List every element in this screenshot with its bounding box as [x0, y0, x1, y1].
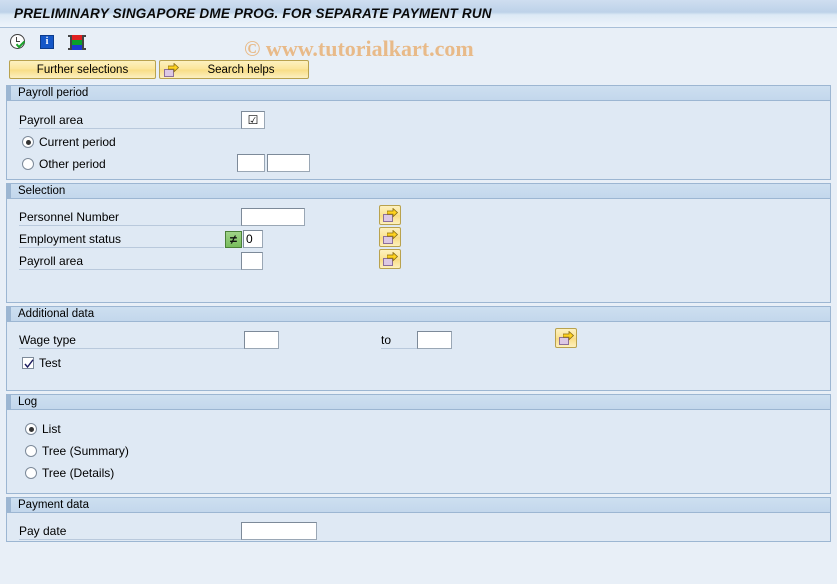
payroll-area-selection-row: Payroll area: [19, 250, 263, 272]
multiple-selection-icon: [383, 208, 398, 222]
search-help-arrow-folder-icon: [164, 63, 179, 77]
log-option-tree-details-label: Tree (Details): [42, 466, 115, 480]
payroll-area-field[interactable]: ☑: [241, 111, 265, 129]
selection-header: Selection: [7, 184, 830, 199]
log-option-list-row[interactable]: List: [25, 418, 61, 440]
payroll-period-body: Payroll area ☑ Current period Other peri…: [7, 101, 830, 179]
application-toolbar: i: [0, 28, 837, 58]
current-period-radio[interactable]: [22, 136, 34, 148]
employment-status-multiple-selection-button[interactable]: [379, 227, 401, 247]
search-helps-label: Search helps: [207, 63, 275, 76]
window-title-bar: PRELIMINARY SINGAPORE DME PROG. FOR SEPA…: [0, 0, 837, 28]
payroll-period-header: Payroll period: [7, 86, 830, 101]
page-title: PRELIMINARY SINGAPORE DME PROG. FOR SEPA…: [14, 6, 492, 21]
wage-type-multiple-selection-button[interactable]: [555, 328, 577, 348]
variant-icon[interactable]: [67, 33, 87, 53]
log-option-tree-summary-row[interactable]: Tree (Summary): [25, 440, 129, 462]
log-option-tree-details-row[interactable]: Tree (Details): [25, 462, 114, 484]
wage-type-to-field[interactable]: [417, 331, 452, 349]
log-option-list-radio[interactable]: [25, 423, 37, 435]
test-checkbox-row[interactable]: Test: [22, 352, 61, 374]
personnel-number-label: Personnel Number: [19, 209, 241, 226]
multiple-selection-icon: [559, 331, 574, 345]
additional-data-body: Wage type to Test: [7, 322, 830, 390]
employment-status-operator-button[interactable]: ≠: [225, 230, 242, 248]
search-helps-button[interactable]: Search helps: [159, 60, 309, 79]
multiple-selection-icon: [383, 230, 398, 244]
log-option-list-label: List: [42, 422, 61, 436]
other-period-field-1[interactable]: [237, 154, 265, 172]
log-title: Log: [18, 395, 38, 408]
payroll-area-selection-field[interactable]: [241, 252, 263, 270]
personnel-number-multiple-selection-button[interactable]: [379, 205, 401, 225]
to-label: to: [381, 332, 417, 349]
pay-date-field[interactable]: [241, 522, 317, 540]
additional-data-panel: Additional data Wage type to Test: [6, 306, 831, 391]
test-checkbox[interactable]: [22, 357, 34, 369]
test-label: Test: [39, 356, 62, 370]
selection-panel: Selection Personnel Number Employment st…: [6, 183, 831, 303]
wage-type-row: Wage type: [19, 329, 279, 351]
employment-status-field[interactable]: [243, 230, 263, 248]
further-selections-button[interactable]: Further selections: [9, 60, 156, 79]
payroll-area-multiple-selection-button[interactable]: [379, 249, 401, 269]
log-header: Log: [7, 395, 830, 410]
information-icon[interactable]: i: [38, 33, 58, 53]
checkmark-glyph: [24, 359, 34, 369]
pay-date-label: Pay date: [19, 523, 241, 540]
other-period-radio-row[interactable]: Other period: [22, 153, 106, 175]
wage-type-label: Wage type: [19, 332, 244, 349]
personnel-number-row: Personnel Number: [19, 206, 305, 228]
payment-data-title: Payment data: [18, 498, 89, 511]
payment-data-header: Payment data: [7, 498, 830, 513]
other-period-label: Other period: [39, 157, 106, 171]
payroll-area-selection-label: Payroll area: [19, 253, 241, 270]
selection-body: Personnel Number Employment status ≠ 0 P…: [7, 199, 830, 302]
selection-title: Selection: [18, 184, 66, 197]
payroll-period-panel: Payroll period Payroll area ☑ Current pe…: [6, 85, 831, 180]
multiple-selection-icon: [383, 252, 398, 266]
wage-type-to-row: to: [381, 329, 452, 351]
green-check-glyph: [16, 41, 25, 48]
execute-icon[interactable]: [9, 33, 29, 53]
employment-status-row: Employment status ≠: [19, 228, 263, 250]
not-equal-icon: ≠: [229, 231, 238, 247]
current-period-radio-row[interactable]: Current period: [22, 131, 116, 153]
log-option-tree-details-radio[interactable]: [25, 467, 37, 479]
payment-data-panel: Payment data Pay date: [6, 497, 831, 542]
additional-data-header: Additional data: [7, 307, 830, 322]
payroll-period-title: Payroll period: [18, 86, 89, 99]
payroll-area-label: Payroll area: [19, 112, 241, 129]
personnel-number-field[interactable]: [241, 208, 305, 226]
other-period-field-2[interactable]: [267, 154, 310, 172]
current-period-label: Current period: [39, 135, 116, 149]
log-body: List Tree (Summary) Tree (Details): [7, 410, 830, 493]
payment-data-body: Pay date: [7, 513, 830, 541]
log-option-tree-summary-radio[interactable]: [25, 445, 37, 457]
log-panel: Log List Tree (Summary) Tree (Details): [6, 394, 831, 494]
payroll-area-row: Payroll area ☑: [19, 109, 265, 131]
employment-status-label: Employment status: [19, 231, 224, 248]
wage-type-from-field[interactable]: [244, 331, 279, 349]
pay-date-row: Pay date: [19, 520, 317, 542]
selection-screen-button-row: Further selections Search helps: [0, 58, 837, 82]
other-period-radio[interactable]: [22, 158, 34, 170]
log-option-tree-summary-label: Tree (Summary): [42, 444, 129, 458]
additional-data-title: Additional data: [18, 307, 95, 320]
